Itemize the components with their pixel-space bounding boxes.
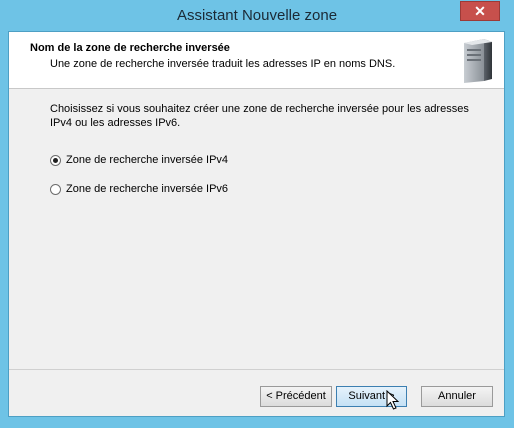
wizard-content: Nom de la zone de recherche inversée Une… xyxy=(8,31,505,417)
close-icon: ✕ xyxy=(474,3,486,19)
page-description: Une zone de recherche inversée traduit l… xyxy=(50,58,396,70)
cancel-button[interactable]: Annuler xyxy=(421,386,493,407)
radio-option-ipv4[interactable]: Zone de recherche inversée IPv4 xyxy=(50,152,228,168)
close-button[interactable]: ✕ xyxy=(460,1,500,21)
wizard-window: Assistant Nouvelle zone ✕ Nom de la zone… xyxy=(0,0,514,428)
wizard-header: Nom de la zone de recherche inversée Une… xyxy=(9,32,504,89)
back-button[interactable]: < Précédent xyxy=(260,386,332,407)
page-title: Nom de la zone de recherche inversée xyxy=(30,42,230,54)
server-icon xyxy=(464,39,492,83)
radio-button-ipv4[interactable] xyxy=(50,154,61,166)
title-bar[interactable]: Assistant Nouvelle zone ✕ xyxy=(0,0,514,30)
window-title: Assistant Nouvelle zone xyxy=(176,7,338,24)
radio-label-ipv4[interactable]: Zone de recherche inversée IPv4 xyxy=(66,154,228,166)
radio-button-ipv6[interactable] xyxy=(50,183,61,195)
radio-label-ipv6[interactable]: Zone de recherche inversée IPv6 xyxy=(66,183,228,195)
mouse-cursor-icon xyxy=(386,390,400,410)
instruction-text: Choisissez si vous souhaitez créer une z… xyxy=(50,103,469,129)
radio-option-ipv6[interactable]: Zone de recherche inversée IPv6 xyxy=(50,181,228,197)
footer-divider xyxy=(9,369,504,370)
